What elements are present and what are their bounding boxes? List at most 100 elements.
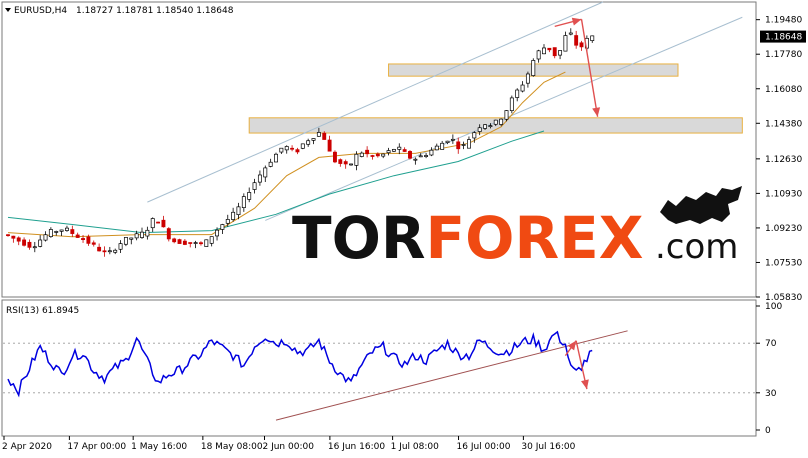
candle-body [97, 246, 102, 252]
candle-body [418, 155, 423, 158]
candle-body [161, 219, 166, 228]
candle-body [263, 167, 268, 178]
candle-body [150, 218, 155, 229]
candle-body [504, 110, 509, 120]
candle-body [568, 32, 573, 35]
time-tick-label: 2 Apr 2020 [2, 442, 52, 452]
trading-chart-window[interactable]: TORFOREX .com 1.19480 1.17780 1.16080 1.143… [0, 0, 808, 458]
candle-body [322, 132, 327, 140]
logo-text-suffix: .com [655, 227, 738, 267]
candle-body [499, 118, 504, 125]
candle-body [359, 152, 364, 157]
candle-body [456, 141, 461, 150]
candle-body [338, 159, 343, 164]
candle-body [81, 238, 85, 240]
candle-body [11, 235, 16, 239]
candle-body [547, 47, 552, 51]
price-tick-label: 1.16080 [765, 85, 802, 95]
candle-body [177, 239, 182, 244]
candle-body [413, 158, 418, 161]
candle-body [563, 35, 568, 52]
candle-body [209, 236, 214, 244]
candle-body [450, 138, 455, 141]
candle-body [43, 234, 48, 241]
candle-body [467, 139, 471, 149]
candle-body [268, 161, 273, 167]
candle-body [574, 35, 579, 46]
candle-body [48, 229, 53, 237]
candle-body [536, 50, 541, 60]
candle-body [333, 151, 337, 163]
time-tick-label: 18 May 08:00 [201, 442, 263, 452]
time-tick-label: 30 Jul 16:00 [521, 442, 575, 452]
candle-body [391, 149, 396, 152]
candle-body [220, 224, 225, 230]
candle-body [59, 229, 64, 232]
candle-body [316, 132, 321, 137]
candle-body [6, 234, 10, 237]
candle-body [590, 35, 595, 41]
candle-body [386, 150, 391, 154]
candle-body [472, 132, 477, 139]
candle-body [365, 149, 370, 155]
candle-body [102, 250, 107, 253]
candle-body [477, 127, 482, 132]
candle-body [579, 42, 584, 48]
candle-body [118, 243, 123, 250]
rsi-tick-label: 30 [765, 389, 777, 399]
candle-body [156, 221, 161, 224]
candle-body [38, 239, 43, 247]
logo-text-main: TORFOREX [292, 204, 643, 272]
candle-body [32, 246, 37, 249]
symbol-timeframe-label: EURUSD,H4 [14, 6, 67, 16]
candle-body [370, 155, 375, 157]
price-tick-label: 1.14380 [765, 119, 802, 129]
candle-body [231, 211, 236, 220]
candle-body [424, 155, 429, 157]
candle-body [54, 231, 59, 233]
candle-body [295, 149, 300, 153]
rsi-tick-label: 70 [765, 339, 777, 349]
candle-body [488, 125, 493, 127]
candle-body [129, 237, 134, 240]
current-price-label: 1.18648 [765, 33, 802, 43]
candle-body [22, 239, 27, 246]
candle-body [91, 242, 96, 245]
candle-body [247, 192, 252, 200]
candle-body [193, 242, 198, 244]
time-tick-label: 1 Jul 08:00 [391, 442, 440, 452]
candle-body [225, 219, 230, 224]
candle-body [290, 147, 295, 150]
candle-body [166, 228, 171, 240]
price-tick-label: 1.19480 [765, 16, 802, 26]
chart-canvas[interactable]: TORFOREX .com 1.19480 1.17780 1.16080 1.143… [0, 0, 808, 458]
candle-body [343, 161, 348, 165]
candle-body [215, 229, 219, 237]
candle-body [311, 138, 316, 141]
candle-body [402, 149, 407, 152]
time-tick-label: 1 May 16:00 [131, 442, 187, 452]
candle-body [145, 229, 150, 237]
candle-body [300, 143, 305, 149]
candle-body [140, 231, 144, 238]
time-tick-label: 17 Apr 00:00 [67, 442, 126, 452]
candle-body [515, 89, 520, 98]
candle-body [204, 239, 209, 247]
candle-body [279, 147, 284, 153]
candle-body [408, 151, 412, 159]
candle-body [354, 153, 359, 166]
candle-body [397, 146, 402, 150]
candle-body [236, 206, 241, 216]
rsi-tick-label: 100 [765, 302, 782, 312]
candle-body [86, 236, 91, 244]
candle-body [65, 227, 69, 231]
price-tick-label: 1.07530 [765, 258, 802, 268]
price-tick-label: 1.17780 [765, 50, 802, 60]
candle-body [349, 163, 353, 166]
candle-body [542, 47, 546, 55]
candle-body [306, 140, 311, 145]
candle-body [558, 50, 563, 56]
candle-body [429, 149, 434, 156]
candle-body [134, 233, 139, 239]
candle-body [252, 182, 257, 190]
